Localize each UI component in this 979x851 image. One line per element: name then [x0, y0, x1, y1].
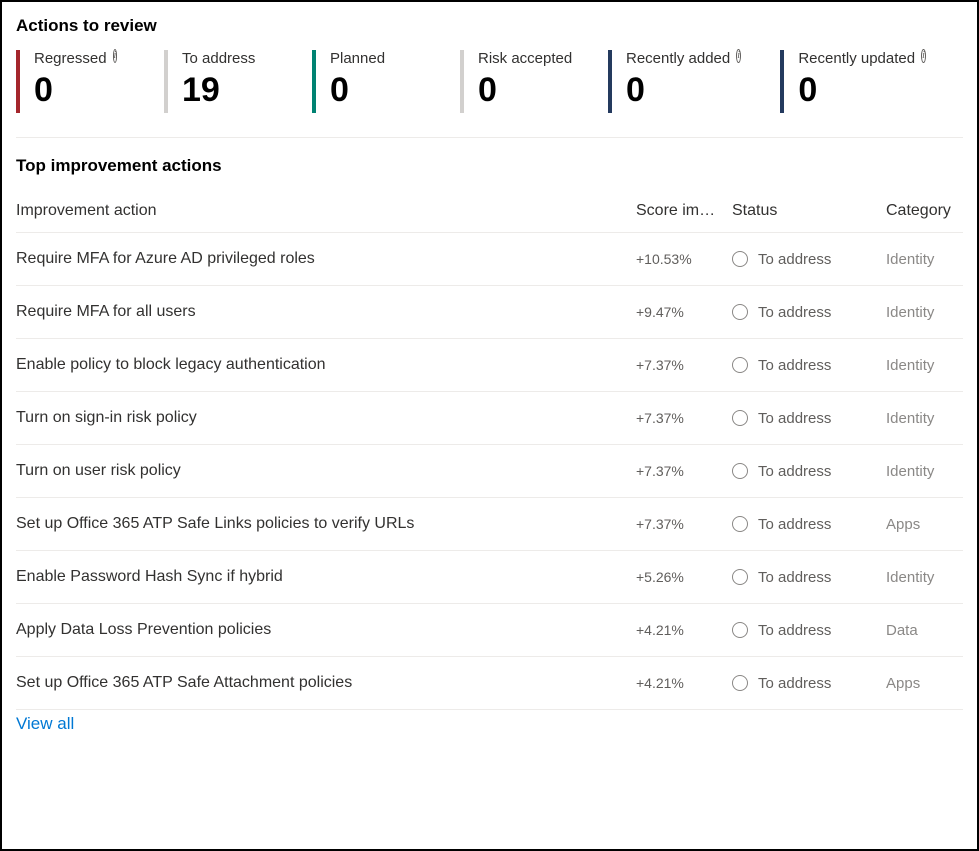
- row-score: +7.37%: [636, 516, 732, 532]
- row-action: Enable policy to block legacy authentica…: [16, 356, 636, 374]
- row-action: Apply Data Loss Prevention policies: [16, 621, 636, 639]
- view-all-link[interactable]: View all: [16, 714, 74, 734]
- row-score: +9.47%: [636, 304, 732, 320]
- row-status: To address: [732, 622, 886, 639]
- table-row[interactable]: Apply Data Loss Prevention policies+4.21…: [16, 604, 963, 657]
- row-score: +7.37%: [636, 463, 732, 479]
- stat-value: 0: [34, 73, 112, 107]
- row-status: To address: [732, 463, 886, 480]
- row-score: +7.37%: [636, 357, 732, 373]
- stat-value: 19: [182, 73, 260, 107]
- status-circle-icon: [732, 622, 748, 638]
- table-row[interactable]: Enable Password Hash Sync if hybrid+5.26…: [16, 551, 963, 604]
- row-category: Apps: [886, 516, 963, 533]
- row-category: Data: [886, 622, 963, 639]
- row-score: +7.37%: [636, 410, 732, 426]
- stat-card[interactable]: Planned 0: [312, 50, 422, 113]
- stat-value: 0: [798, 73, 911, 107]
- row-action: Turn on sign-in risk policy: [16, 409, 636, 427]
- header-status[interactable]: Status: [732, 202, 886, 220]
- row-action: Require MFA for all users: [16, 303, 636, 321]
- row-category: Identity: [886, 251, 963, 268]
- improvement-table-title: Top improvement actions: [16, 156, 963, 176]
- row-status: To address: [732, 675, 886, 692]
- table-header: Improvement action Score im… Status Cate…: [16, 202, 963, 233]
- info-icon[interactable]: i: [921, 49, 926, 63]
- header-action[interactable]: Improvement action: [16, 202, 636, 220]
- info-icon[interactable]: i: [736, 49, 741, 63]
- status-circle-icon: [732, 516, 748, 532]
- stat-label: Recently addedi: [626, 50, 728, 67]
- row-action: Set up Office 365 ATP Safe Links policie…: [16, 515, 636, 533]
- row-action: Turn on user risk policy: [16, 462, 636, 480]
- row-action: Set up Office 365 ATP Safe Attachment po…: [16, 674, 636, 692]
- status-circle-icon: [732, 304, 748, 320]
- row-action: Enable Password Hash Sync if hybrid: [16, 568, 636, 586]
- stat-label: To address: [182, 50, 260, 67]
- header-score[interactable]: Score im…: [636, 202, 732, 220]
- table-row[interactable]: Enable policy to block legacy authentica…: [16, 339, 963, 392]
- row-status: To address: [732, 569, 886, 586]
- status-circle-icon: [732, 675, 748, 691]
- status-circle-icon: [732, 569, 748, 585]
- row-category: Identity: [886, 410, 963, 427]
- row-score: +4.21%: [636, 622, 732, 638]
- stat-label: Recently updatedi: [798, 50, 911, 67]
- stat-label: Risk accepted: [478, 50, 556, 67]
- stat-value: 0: [478, 73, 556, 107]
- status-circle-icon: [732, 463, 748, 479]
- status-circle-icon: [732, 251, 748, 267]
- row-category: Identity: [886, 463, 963, 480]
- stat-card[interactable]: Regressedi 0: [16, 50, 126, 113]
- row-status: To address: [732, 516, 886, 533]
- row-status: To address: [732, 357, 886, 374]
- status-circle-icon: [732, 410, 748, 426]
- row-category: Identity: [886, 569, 963, 586]
- row-status: To address: [732, 410, 886, 427]
- table-row[interactable]: Require MFA for Azure AD privileged role…: [16, 233, 963, 286]
- row-score: +5.26%: [636, 569, 732, 585]
- table-row[interactable]: Set up Office 365 ATP Safe Links policie…: [16, 498, 963, 551]
- actions-review-title: Actions to review: [16, 16, 963, 36]
- stats-row: Regressedi0To address19Planned0Risk acce…: [16, 50, 963, 113]
- row-status: To address: [732, 304, 886, 321]
- stat-value: 0: [330, 73, 408, 107]
- row-category: Identity: [886, 357, 963, 374]
- row-category: Identity: [886, 304, 963, 321]
- table-row[interactable]: Turn on user risk policy+7.37%To address…: [16, 445, 963, 498]
- header-category[interactable]: Category: [886, 202, 963, 220]
- table-row[interactable]: Set up Office 365 ATP Safe Attachment po…: [16, 657, 963, 710]
- row-action: Require MFA for Azure AD privileged role…: [16, 250, 636, 268]
- stat-label: Regressedi: [34, 50, 112, 67]
- table-row[interactable]: Require MFA for all users+9.47%To addres…: [16, 286, 963, 339]
- row-score: +4.21%: [636, 675, 732, 691]
- table-row[interactable]: Turn on sign-in risk policy+7.37%To addr…: [16, 392, 963, 445]
- stat-card[interactable]: To address 19: [164, 50, 274, 113]
- stat-card[interactable]: Recently updatedi 0: [780, 50, 925, 113]
- stat-card[interactable]: Recently addedi 0: [608, 50, 742, 113]
- status-circle-icon: [732, 357, 748, 373]
- row-status: To address: [732, 251, 886, 268]
- stat-label: Planned: [330, 50, 408, 67]
- stat-value: 0: [626, 73, 728, 107]
- divider: [16, 137, 963, 138]
- info-icon[interactable]: i: [113, 49, 118, 63]
- row-score: +10.53%: [636, 251, 732, 267]
- row-category: Apps: [886, 675, 963, 692]
- stat-card[interactable]: Risk accepted 0: [460, 50, 570, 113]
